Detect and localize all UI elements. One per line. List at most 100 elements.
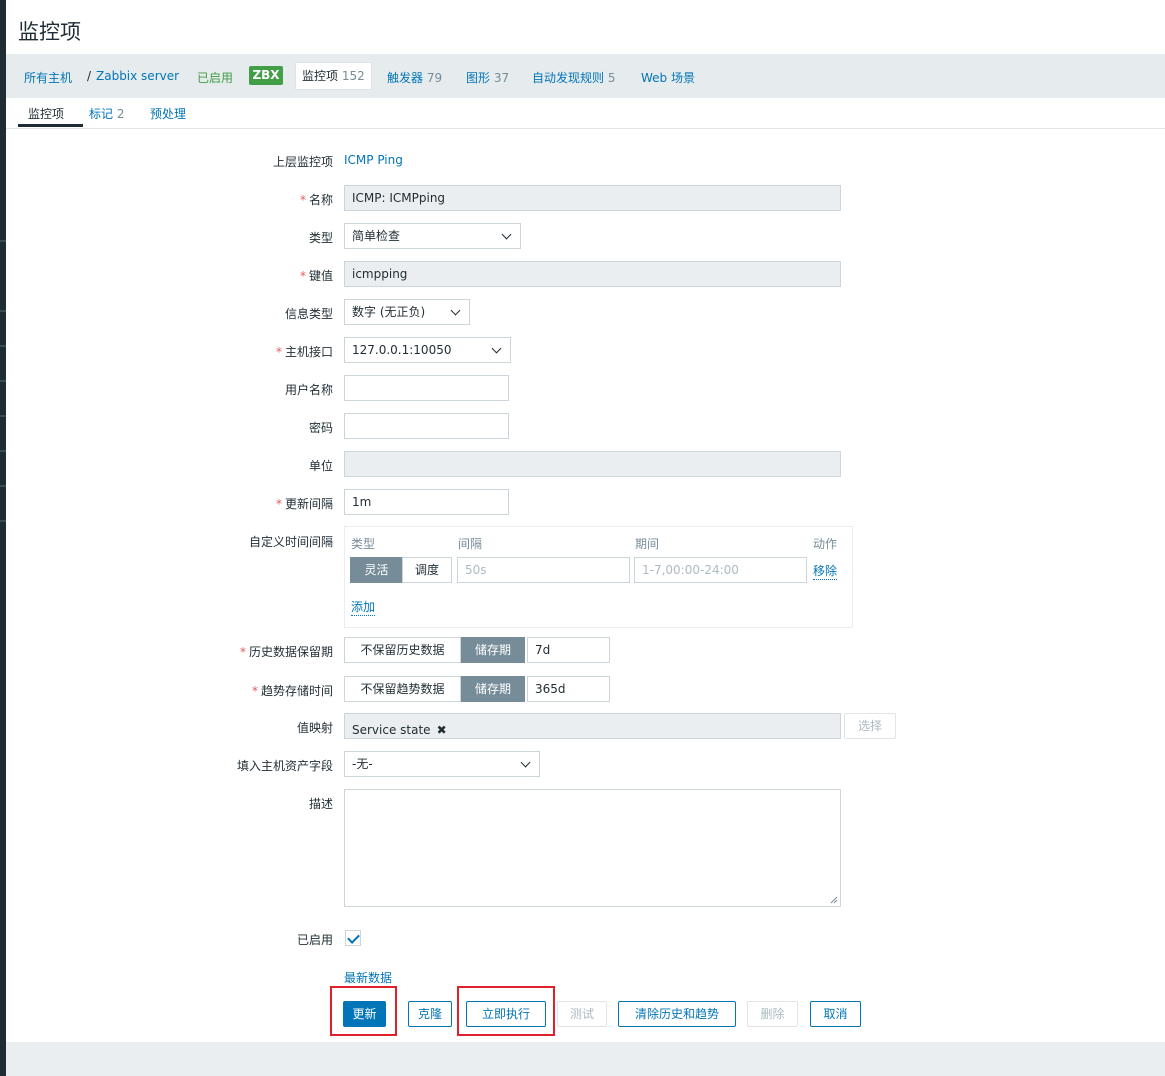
custom-intervals-label: 自定义时间间隔 — [248, 535, 333, 549]
custom-period-field[interactable]: 1-7,00:00-24:00 — [634, 557, 807, 583]
custom-intervals-col-action: 动作 — [813, 537, 838, 551]
latest-data-link[interactable]: 最新数据 — [344, 969, 392, 986]
host-status-enabled[interactable]: 已启用 — [197, 69, 233, 86]
tab-tags[interactable]: 标记 2 — [89, 105, 124, 122]
breadcrumb-graphs-label: 图形 — [466, 71, 491, 85]
history-label: * 历史数据保留期 — [240, 643, 333, 660]
breadcrumb-triggers[interactable]: 触发器 79 — [387, 69, 442, 86]
remove-tag-icon[interactable]: ✖ — [437, 723, 447, 737]
breadcrumb-discovery-count: 5 — [607, 71, 616, 85]
valuemap-label: 值映射 — [296, 721, 333, 735]
breadcrumb-web[interactable]: Web 场景 — [641, 69, 695, 86]
inventory-select[interactable]: -无- — [344, 751, 540, 777]
breadcrumb-discovery-label: 自动发现规则 — [532, 71, 605, 85]
breadcrumb: 所有主机 / Zabbix server 已启用 ZBX 监控项 152 触发器… — [6, 54, 1165, 98]
clone-button[interactable]: 克隆 — [408, 1001, 452, 1027]
update-interval-label-text: 更新间隔 — [284, 497, 333, 511]
required-marker: * — [275, 497, 282, 511]
type-select-value: 简单检查 — [352, 229, 401, 243]
cancel-button[interactable]: 取消 — [810, 1001, 861, 1027]
breadcrumb-items-count: 152 — [341, 69, 365, 83]
scheduling-toggle[interactable]: 调度 — [402, 557, 452, 583]
breadcrumb-graphs[interactable]: 图形 37 — [466, 69, 509, 86]
host-interface-label-text: 主机接口 — [284, 345, 333, 359]
checkmark-icon — [347, 931, 360, 944]
page-title: 监控项 — [18, 20, 81, 44]
enabled-checkbox[interactable] — [345, 930, 361, 946]
tab-tags-label: 标记 — [89, 107, 114, 121]
host-interface-select-value: 127.0.0.1:10050 — [352, 343, 452, 357]
remove-interval-link[interactable]: 移除 — [813, 562, 838, 580]
flexible-toggle[interactable]: 灵活 — [350, 557, 403, 583]
valuemap-tag: Service state ✖ — [352, 718, 447, 738]
breadcrumb-triggers-label: 触发器 — [387, 71, 424, 85]
inventory-select-value: -无- — [352, 757, 373, 771]
add-interval-link[interactable]: 添加 — [351, 598, 376, 616]
trends-period-field[interactable]: 365d — [527, 676, 610, 702]
name-field[interactable]: ICMP: ICMPping — [344, 185, 841, 211]
update-interval-label: * 更新间隔 — [276, 495, 333, 512]
description-textarea[interactable] — [344, 789, 841, 907]
clear-history-button[interactable]: 清除历史和趋势 — [618, 1001, 736, 1027]
trends-storage-toggle[interactable]: 储存期 — [461, 676, 525, 702]
trends-label: * 趋势存储时间 — [252, 682, 333, 699]
required-marker: * — [251, 684, 258, 698]
update-button[interactable]: 更新 — [343, 1001, 386, 1027]
tab-preprocessing[interactable]: 预处理 — [150, 105, 186, 122]
inventory-label: 填入主机资产字段 — [236, 759, 333, 773]
active-tab-indicator — [18, 124, 83, 127]
breadcrumb-graphs-count: 37 — [493, 71, 510, 85]
form-tabs: 监控项 标记 2 预处理 — [6, 98, 1165, 129]
valuemap-select-button[interactable]: 选择 — [844, 713, 896, 739]
custom-intervals-col-period: 期间 — [635, 537, 660, 551]
breadcrumb-items-label: 监控项 — [302, 69, 339, 83]
host-interface-select[interactable]: 127.0.0.1:10050 — [344, 337, 511, 363]
update-interval-field[interactable]: 1m — [344, 489, 509, 515]
custom-interval-field[interactable]: 50s — [457, 557, 630, 583]
required-marker: * — [299, 193, 306, 207]
page-header: 监控项 — [6, 0, 1165, 54]
breadcrumb-triggers-count: 79 — [426, 71, 443, 85]
chevron-down-icon — [491, 343, 502, 354]
valuemap-multiselect[interactable]: Service state ✖ — [344, 713, 841, 739]
required-marker: * — [239, 645, 246, 659]
custom-intervals-col-interval: 间隔 — [458, 537, 483, 551]
tab-tags-count: 2 — [116, 107, 125, 121]
type-select[interactable]: 简单检查 — [344, 223, 521, 249]
delete-button[interactable]: 删除 — [747, 1001, 798, 1027]
info-type-select[interactable]: 数字 (无正负) — [344, 299, 470, 325]
units-field[interactable] — [344, 451, 841, 477]
test-button[interactable]: 测试 — [557, 1001, 607, 1027]
required-marker: * — [275, 345, 282, 359]
history-storage-toggle[interactable]: 储存期 — [461, 637, 525, 663]
chevron-down-icon — [450, 305, 461, 316]
tab-item[interactable]: 监控项 — [28, 105, 64, 122]
resize-handle-icon[interactable] — [830, 896, 838, 904]
breadcrumb-host[interactable]: Zabbix server — [96, 69, 179, 83]
breadcrumb-all-hosts[interactable]: 所有主机 — [24, 69, 72, 86]
info-type-select-value: 数字 (无正负) — [352, 305, 426, 319]
username-label: 用户名称 — [284, 383, 333, 397]
history-period-field[interactable]: 7d — [527, 637, 610, 663]
units-label: 单位 — [308, 459, 333, 473]
description-label: 描述 — [308, 797, 333, 811]
key-field[interactable]: icmpping — [344, 261, 841, 287]
breadcrumb-discovery[interactable]: 自动发现规则 5 — [532, 69, 615, 86]
execute-now-button[interactable]: 立即执行 — [466, 1001, 546, 1027]
type-label: 类型 — [308, 231, 333, 245]
username-field[interactable] — [344, 375, 509, 401]
password-field[interactable] — [344, 413, 509, 439]
name-label: * 名称 — [300, 191, 333, 208]
chevron-down-icon — [501, 229, 512, 240]
trends-no-keep-toggle[interactable]: 不保留趋势数据 — [344, 676, 461, 702]
breadcrumb-items[interactable]: 监控项 152 — [295, 62, 372, 90]
parent-item-link[interactable]: ICMP Ping — [344, 153, 403, 167]
host-interface-label: * 主机接口 — [276, 343, 333, 360]
required-marker: * — [299, 269, 306, 283]
breadcrumb-separator: / — [87, 69, 92, 83]
chevron-down-icon — [520, 757, 531, 768]
history-no-keep-toggle[interactable]: 不保留历史数据 — [344, 637, 461, 663]
name-label-text: 名称 — [308, 193, 333, 207]
key-label-text: 键值 — [308, 269, 333, 283]
parent-item-label: 上层监控项 — [272, 155, 333, 169]
